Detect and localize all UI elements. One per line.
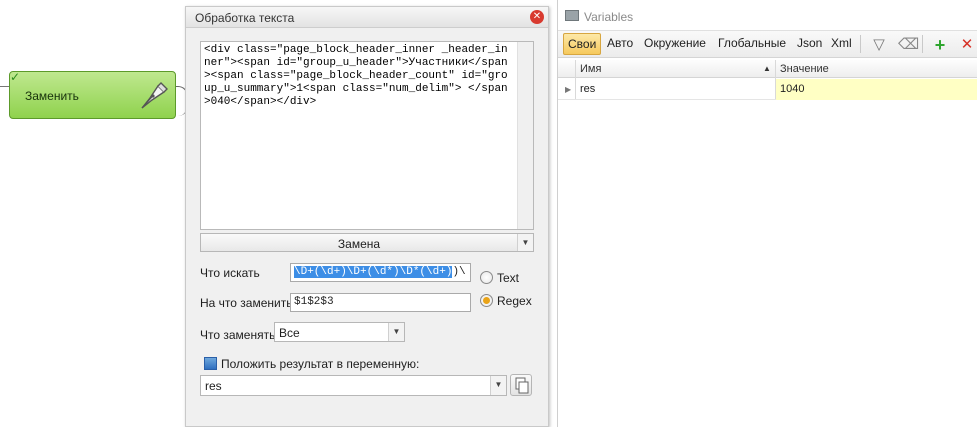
search-label: Что искать — [200, 266, 260, 280]
variables-toolbar: Свои Авто Окружение Глобальные Json Xml … — [558, 31, 977, 58]
mode-select-value: Замена — [337, 237, 381, 251]
column-value-header[interactable]: Значение — [780, 63, 829, 75]
tab-auto[interactable]: Авто — [607, 36, 633, 50]
radio-regex-label: Regex — [497, 294, 532, 308]
copy-icon — [515, 377, 529, 394]
variables-grid-header: Имя ▲ Значение — [558, 60, 977, 78]
dialog-titlebar: Обработка текста ✕ — [186, 7, 548, 28]
text-area-scrollbar[interactable] — [517, 42, 533, 229]
replace-action-node[interactable]: ✓ Заменить — [9, 71, 176, 119]
search-selection: \D+(\d+)\D+(\d*)\D*(\d+) — [294, 266, 453, 278]
save-result-label: Положить результат в переменную: — [221, 357, 420, 371]
tab-json[interactable]: Json — [797, 36, 822, 50]
radio-text[interactable] — [480, 271, 493, 284]
replace-input[interactable]: $1$2$3 — [290, 293, 471, 312]
result-variable-value: res — [205, 379, 222, 393]
add-icon[interactable]: + — [931, 36, 949, 54]
input-text-area[interactable]: <div class="page_block_header_inner _hea… — [200, 41, 534, 230]
chevron-down-icon[interactable]: ▼ — [517, 234, 533, 251]
variable-name[interactable]: res — [580, 83, 595, 95]
replace-label: На что заменить — [200, 296, 293, 310]
node-title: Заменить — [25, 89, 79, 103]
what-replace-select[interactable]: Все ▼ — [274, 322, 405, 342]
search-input[interactable]: \D+(\d+)\D+(\d*)\D*(\d+))\ — [290, 263, 471, 282]
tab-own[interactable]: Свои — [563, 33, 602, 55]
delete-icon[interactable]: ✕ — [958, 36, 976, 54]
tab-global[interactable]: Глобальные — [718, 36, 786, 50]
what-replace-label: Что заменять — [200, 328, 276, 342]
dialog-title: Обработка текста — [195, 11, 295, 25]
table-row[interactable]: ▶ res 1040 — [558, 79, 977, 100]
eraser-icon[interactable]: ⌫ — [898, 36, 919, 54]
toolbar-separator — [860, 35, 861, 53]
filter-icon[interactable]: ▽ — [870, 36, 888, 54]
search-tail: )\ — [452, 266, 466, 278]
variables-titlebar: Variables — [558, 0, 977, 31]
radio-regex[interactable] — [480, 294, 493, 307]
row-indicator-icon: ▶ — [565, 85, 572, 94]
chevron-down-icon[interactable]: ▼ — [490, 376, 506, 395]
copy-button[interactable] — [510, 374, 532, 396]
checkmark-icon: ✓ — [10, 70, 21, 84]
input-text-content[interactable]: <div class="page_block_header_inner _hea… — [201, 42, 516, 227]
pen-nib-icon — [141, 82, 168, 109]
variables-title: Variables — [584, 10, 634, 24]
column-name-header[interactable]: Имя — [580, 63, 601, 75]
save-result-checkbox[interactable] — [204, 357, 217, 370]
chevron-down-icon[interactable]: ▼ — [388, 323, 404, 341]
variables-window-icon — [565, 10, 579, 21]
tab-environment[interactable]: Окружение — [644, 36, 706, 50]
text-processing-dialog: Обработка текста ✕ <div class="page_bloc… — [185, 6, 549, 427]
variable-value-cell[interactable]: 1040 — [776, 79, 977, 100]
mode-select[interactable]: Замена ▼ — [200, 233, 534, 252]
what-replace-value: Все — [279, 326, 300, 340]
result-variable-select[interactable]: res ▼ — [200, 375, 507, 396]
close-icon[interactable]: ✕ — [530, 10, 544, 24]
toolbar-separator — [922, 35, 923, 53]
variable-value[interactable]: 1040 — [780, 83, 804, 95]
tab-xml[interactable]: Xml — [831, 36, 852, 50]
sort-asc-icon: ▲ — [763, 64, 771, 73]
radio-text-label: Text — [497, 271, 520, 285]
variables-panel: Variables Свои Авто Окружение Глобальные… — [557, 0, 977, 427]
